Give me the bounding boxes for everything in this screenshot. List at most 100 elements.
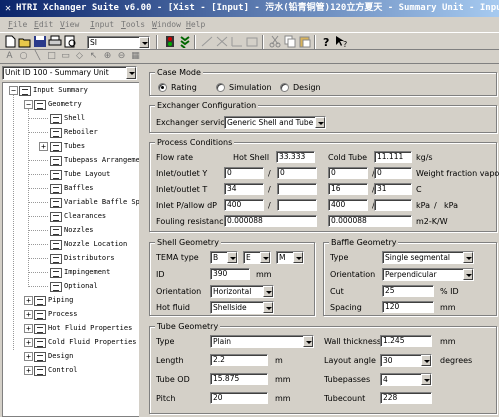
chevron-down-icon[interactable] (315, 117, 325, 128)
chevron-down-icon[interactable] (303, 336, 313, 347)
tree-item-tubepass-arrangement[interactable]: Tubepass Arrangement (50, 154, 139, 167)
hot-flow-input[interactable]: 33.333 (276, 151, 315, 163)
baffle-orientation-select[interactable]: Perpendicular (382, 268, 474, 281)
chart2-icon[interactable] (215, 35, 229, 48)
expand-icon[interactable]: + (24, 352, 33, 361)
chart-icon[interactable] (200, 35, 214, 48)
exchanger-service-select[interactable]: Generic Shell and Tube (224, 116, 326, 129)
ellipse-tool-icon[interactable]: ○ (18, 51, 29, 62)
baffle-type-select[interactable]: Single segmental (382, 251, 474, 264)
tree-item-shell[interactable]: Shell (50, 112, 85, 125)
run-stacked-icon[interactable] (178, 35, 192, 48)
tree-item-distributors[interactable]: Distributors (50, 252, 115, 265)
shell-orientation-select[interactable]: Horizontal (210, 285, 274, 298)
baffle-spacing-input[interactable]: 120 (382, 301, 434, 313)
tree-item-hot-fluid-properties[interactable]: Hot Fluid Properties (34, 322, 132, 335)
expand-icon[interactable]: + (24, 310, 33, 319)
zoom-out-icon[interactable]: ⊖ (116, 51, 127, 62)
design-radio[interactable] (280, 83, 289, 92)
chevron-down-icon[interactable] (463, 269, 473, 280)
tree-item-tubes[interactable]: Tubes (50, 140, 85, 153)
tree-item-control[interactable]: Control (34, 364, 78, 377)
cut-icon[interactable] (268, 35, 282, 48)
preview-icon[interactable] (63, 35, 77, 48)
hot-fouling-input[interactable]: 0.000088 (224, 215, 317, 227)
cold-outlet-y-input[interactable]: 0 (374, 167, 412, 179)
chevron-down-icon[interactable] (421, 355, 431, 366)
expand-icon[interactable]: + (39, 142, 48, 151)
cold-fouling-input[interactable]: 0.000088 (328, 215, 412, 227)
menu-window[interactable]: Window (152, 17, 181, 32)
hot-inlet-y-input[interactable]: 0 (224, 167, 264, 179)
expand-icon[interactable]: + (24, 324, 33, 333)
simulation-radio[interactable] (216, 83, 225, 92)
tree-item-nozzles[interactable]: Nozzles (50, 224, 94, 237)
run-icon[interactable] (163, 35, 177, 48)
tema-rear-select[interactable]: M (276, 251, 304, 264)
wall-thickness-input[interactable]: 1.245 (380, 335, 432, 347)
expand-icon[interactable]: + (24, 366, 33, 375)
hot-dp-input[interactable] (277, 199, 317, 211)
baffle-cut-input[interactable]: 25 (382, 285, 434, 297)
chevron-down-icon[interactable] (463, 252, 473, 263)
tree-item-tube-layout[interactable]: Tube Layout (50, 168, 110, 181)
arrow-tool-icon[interactable]: ↖ (88, 51, 99, 62)
cold-pressure-input[interactable]: 400 (328, 199, 368, 211)
rating-radio[interactable] (158, 83, 167, 92)
line-tool-icon[interactable]: ╲ (32, 51, 43, 62)
tema-front-select[interactable]: B (210, 251, 238, 264)
chevron-down-icon[interactable] (126, 67, 136, 79)
chart4-icon[interactable] (245, 35, 259, 48)
chart3-icon[interactable] (230, 35, 244, 48)
tree-item-geometry[interactable]: Geometry (34, 98, 82, 111)
menu-tools[interactable]: Tools (121, 17, 145, 32)
chevron-down-icon[interactable] (260, 252, 270, 263)
fill-tool-icon[interactable]: ◇ (74, 51, 85, 62)
cold-inlet-y-input[interactable]: 0 (328, 167, 368, 179)
rect-tool-icon[interactable]: □ (46, 51, 57, 62)
paste-icon[interactable] (298, 35, 312, 48)
shell-id-input[interactable]: 390 (210, 268, 250, 280)
units-select[interactable]: SI (87, 36, 150, 49)
tema-shell-select[interactable]: E (243, 251, 271, 264)
cold-inlet-t-input[interactable]: 16 (328, 183, 368, 195)
expand-icon[interactable]: + (24, 338, 33, 347)
hot-outlet-y-input[interactable]: 0 (277, 167, 317, 179)
tree-item-variable-baffle-spacing[interactable]: Variable Baffle Spacing (50, 196, 139, 209)
menu-help[interactable]: Help (186, 17, 205, 32)
cold-dp-input[interactable] (374, 199, 412, 211)
hot-pressure-input[interactable]: 400 (224, 199, 264, 211)
chevron-down-icon[interactable] (263, 302, 273, 313)
tree-item-design[interactable]: Design (34, 350, 73, 363)
menu-view[interactable]: View (60, 17, 79, 32)
tree-item-cold-fluid-properties[interactable]: Cold Fluid Properties (34, 336, 137, 349)
grid-tool-icon[interactable]: ▦ (130, 51, 141, 62)
tubecount-input[interactable]: 228 (380, 392, 432, 404)
cold-outlet-t-input[interactable]: 31 (374, 183, 412, 195)
chevron-down-icon[interactable] (293, 252, 303, 263)
menu-input[interactable]: Input (90, 17, 114, 32)
hot-outlet-t-input[interactable] (277, 183, 317, 195)
tree-item-impingement[interactable]: Impingement (50, 266, 110, 279)
chevron-down-icon[interactable] (139, 37, 149, 48)
zoom-in-icon[interactable]: ⊕ (102, 51, 113, 62)
menu-edit[interactable]: Edit (34, 17, 53, 32)
print-icon[interactable] (48, 35, 62, 48)
tube-length-input[interactable]: 2.2 (210, 354, 268, 366)
tube-pitch-input[interactable]: 20 (210, 392, 268, 404)
new-file-icon[interactable] (3, 35, 17, 48)
save-icon[interactable] (33, 35, 47, 48)
chevron-down-icon[interactable] (227, 252, 237, 263)
open-folder-icon[interactable] (18, 35, 32, 48)
cold-flow-input[interactable]: 11.111 (374, 151, 412, 163)
tree-item-optional[interactable]: Optional (50, 280, 98, 293)
expand-icon[interactable]: + (24, 296, 33, 305)
rect2-tool-icon[interactable]: ▭ (60, 51, 71, 62)
layout-angle-select[interactable]: 30 (380, 354, 432, 367)
tree-item-nozzle-location[interactable]: Nozzle Location (50, 238, 127, 251)
unit-select[interactable]: Unit ID 100 - Summary Unit (2, 66, 137, 80)
tubepasses-select[interactable]: 4 (380, 373, 432, 386)
collapse-icon[interactable]: − (9, 86, 18, 95)
tree-item-process[interactable]: Process (34, 308, 78, 321)
tree-item-baffles[interactable]: Baffles (50, 182, 94, 195)
